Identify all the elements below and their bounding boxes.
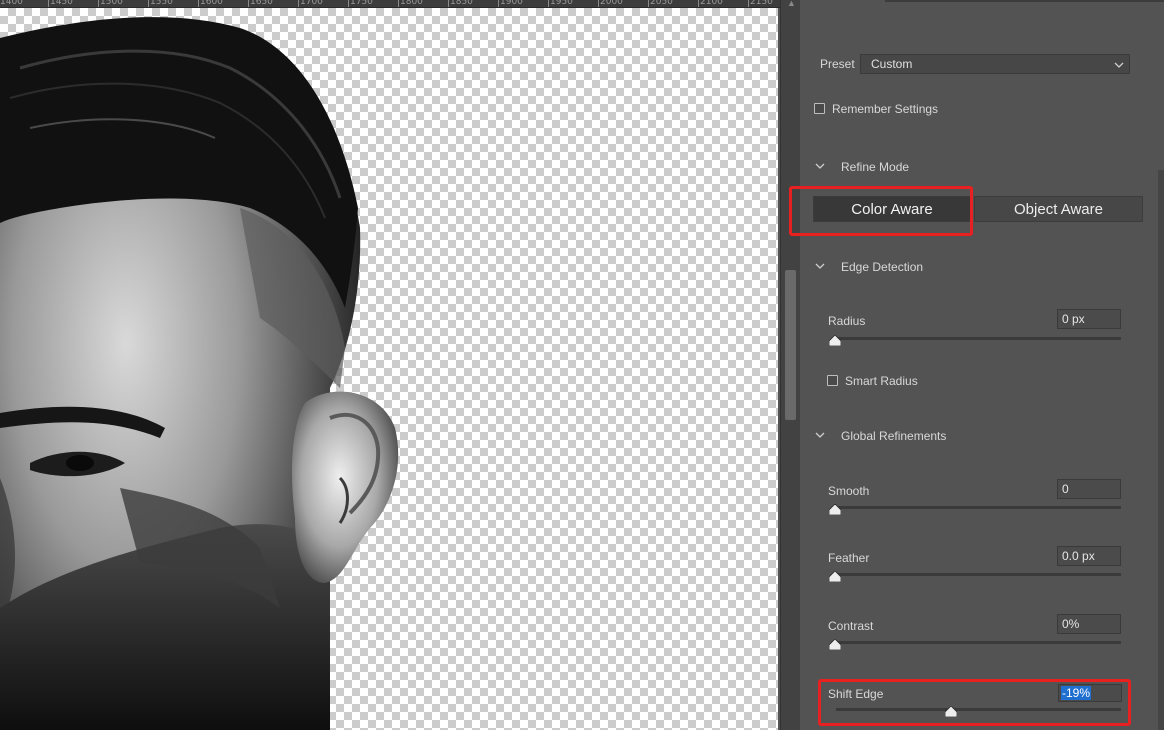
refine-mode-title[interactable]: Refine Mode (841, 160, 909, 174)
ruler-tick (348, 0, 349, 7)
ruler-tick (248, 0, 249, 7)
ruler-tick-label: 1800 (400, 0, 423, 7)
color-aware-button[interactable]: Color Aware (813, 196, 971, 222)
remember-settings-label: Remember Settings (832, 102, 939, 116)
feather-input[interactable]: 0.0 px (1057, 546, 1121, 566)
feather-slider-track[interactable] (834, 573, 1121, 576)
ruler-tick (298, 0, 299, 7)
ruler-tick (648, 0, 649, 7)
ruler-tick (748, 0, 749, 7)
chevron-down-icon[interactable] (814, 260, 826, 272)
contrast-label: Contrast (828, 619, 874, 633)
chevron-down-icon[interactable] (814, 160, 826, 172)
radius-slider-track[interactable] (834, 337, 1121, 340)
canvas-vertical-scrollbar[interactable]: ▲ (780, 0, 800, 730)
scroll-up-arrow-icon[interactable]: ▲ (787, 0, 796, 8)
global-refinements-title[interactable]: Global Refinements (841, 429, 946, 443)
shift-edge-input[interactable]: -19% (1058, 684, 1122, 702)
ruler-tick-label: 1750 (350, 0, 373, 7)
smart-radius-label: Smart Radius (845, 374, 918, 388)
object-aware-button[interactable]: Object Aware (974, 196, 1143, 222)
radius-input[interactable]: 0 px (1057, 309, 1121, 329)
scrollbar-thumb[interactable] (785, 270, 796, 420)
feather-label: Feather (828, 551, 870, 565)
smart-radius-checkbox[interactable] (827, 375, 838, 386)
portrait-image (0, 17, 399, 730)
smooth-slider-track[interactable] (834, 506, 1121, 509)
remember-settings-checkbox[interactable] (814, 103, 825, 114)
ruler-tick-label: 2000 (600, 0, 623, 7)
ruler-tick (698, 0, 699, 7)
contrast-input[interactable]: 0% (1057, 614, 1121, 634)
ruler-tick-label: 1700 (300, 0, 323, 7)
preset-dropdown[interactable]: Custom (860, 54, 1130, 74)
shift-edge-value-selected: -19% (1061, 686, 1092, 700)
ruler-tick (48, 0, 49, 7)
ruler-tick (98, 0, 99, 7)
ruler-tick-label: 1850 (450, 0, 473, 7)
shift-edge-slider-track[interactable] (836, 708, 1121, 711)
ruler-tick-label: 1900 (500, 0, 523, 7)
shift-edge-label: Shift Edge (828, 687, 884, 701)
contrast-slider-thumb[interactable] (829, 639, 841, 650)
ruler-tick-label: 1600 (200, 0, 223, 7)
ruler-tick-label: 1500 (100, 0, 123, 7)
ruler-tick-label: 2100 (700, 0, 723, 7)
ruler-tick (498, 0, 499, 7)
ruler-tick-label: 1650 (250, 0, 273, 7)
smooth-input[interactable]: 0 (1057, 479, 1121, 499)
panel-scrollbar[interactable] (1158, 170, 1164, 730)
chevron-down-icon (1114, 62, 1124, 68)
edge-detection-title[interactable]: Edge Detection (841, 260, 923, 274)
ruler-tick-label: 1550 (150, 0, 173, 7)
chevron-down-icon[interactable] (814, 429, 826, 441)
ruler-tick (198, 0, 199, 7)
ruler-tick (448, 0, 449, 7)
panel-top-divider (885, 0, 1164, 2)
ruler-tick-label: 2150 (750, 0, 773, 7)
radius-label: Radius (828, 314, 866, 328)
ruler-tick-label: 1450 (50, 0, 73, 7)
ruler-tick (548, 0, 549, 7)
refine-edge-properties-panel: Preset Custom Remember Settings Refine M… (800, 0, 1164, 730)
ruler-tick-label: 2050 (650, 0, 673, 7)
ruler-tick-label: 1950 (550, 0, 573, 7)
contrast-slider-track[interactable] (834, 641, 1121, 644)
ruler-tick (398, 0, 399, 7)
ruler-tick-label: 1400 (0, 0, 23, 7)
ruler-tick (598, 0, 599, 7)
canvas-area[interactable]: 1400 1450 1500 1550 1600 1650 1700 1750 1800 1850… (0, 0, 780, 730)
radius-slider-thumb[interactable] (829, 335, 841, 346)
preset-label: Preset (820, 57, 855, 71)
preset-value: Custom (871, 57, 913, 71)
shift-edge-slider-thumb[interactable] (945, 706, 957, 717)
smooth-label: Smooth (828, 484, 870, 498)
ruler-tick (148, 0, 149, 7)
horizontal-ruler: 1400 1450 1500 1550 1600 1650 1700 1750 1800 1850… (0, 0, 780, 8)
smooth-slider-thumb[interactable] (829, 504, 841, 515)
feather-slider-thumb[interactable] (829, 571, 841, 582)
